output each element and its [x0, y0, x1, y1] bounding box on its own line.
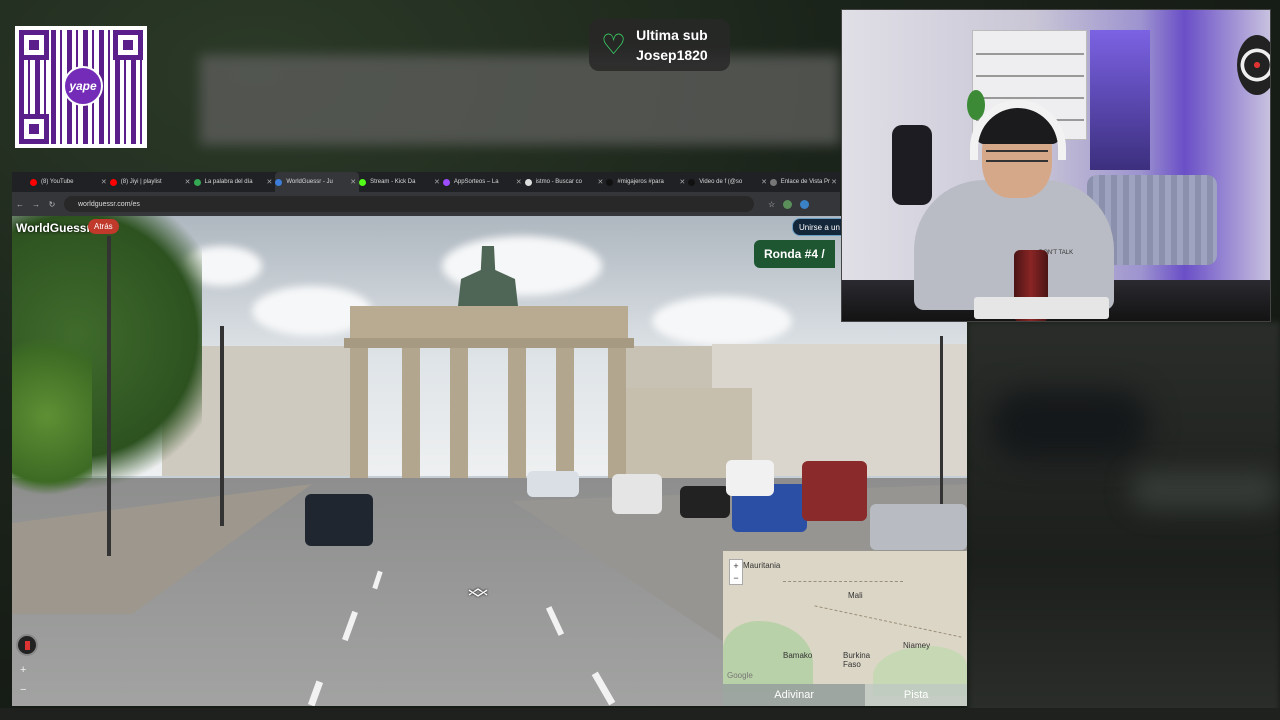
tab-favicon-icon — [275, 178, 283, 186]
tab-favicon-icon — [524, 178, 532, 186]
sub-alert: ♡ Ultima sub Josep1820 — [589, 19, 730, 71]
compass-icon[interactable] — [16, 634, 38, 656]
tab-favicon-icon — [688, 178, 696, 186]
zoom-in-button[interactable]: + — [20, 664, 26, 676]
minimap-zoom-out-button[interactable]: − — [730, 572, 742, 584]
tab-favicon-icon — [193, 178, 201, 186]
back-arrow-icon[interactable]: ← — [12, 200, 28, 209]
minimap-actions: Adivinar Pista — [723, 684, 967, 706]
tab-favicon-icon — [30, 178, 37, 186]
tab-label: istmo - Buscar co — [535, 179, 582, 185]
map-label: Burkina Faso — [843, 651, 871, 669]
tab-favicon-icon — [109, 178, 117, 186]
map-label: Mauritania — [743, 561, 781, 570]
webcam-feed: DON'T TALK — [841, 9, 1271, 322]
tab-favicon-icon — [769, 178, 777, 186]
tab-label: (8) YouTube — [41, 179, 74, 185]
dartboard — [1237, 35, 1270, 95]
tab-label: WorldGuessr - Ju — [286, 179, 333, 185]
tab-label: #migajeros #para — [617, 179, 664, 185]
browser-tab[interactable]: Video de f (@so ✕ — [688, 172, 770, 192]
round-counter: Ronda #4 / — [754, 240, 835, 268]
yape-qr-code: yape — [15, 26, 147, 148]
brandenburg-gate — [344, 246, 634, 478]
tab-label: La palabra del día — [204, 179, 253, 185]
extension-icon[interactable] — [783, 199, 793, 209]
tab-favicon-icon — [606, 178, 614, 186]
close-tab-icon[interactable]: ✕ — [516, 178, 522, 186]
browser-tab[interactable]: Enlace de Vista Pr ✕ — [769, 172, 840, 192]
worldguessr-logo: WorldGuessr — [16, 221, 92, 235]
yape-logo: yape — [63, 66, 103, 106]
tab-strip: (8) YouTube ✕ (8) Jiyi | playlist ✕ La palab… — [12, 172, 840, 192]
guess-button[interactable]: Adivinar — [723, 684, 866, 706]
bookmark-star-icon[interactable]: ☆ — [768, 200, 775, 209]
browser-tab[interactable]: istmo - Buscar co ✕ — [524, 172, 607, 192]
navigation-arrows-icon[interactable]: ︿ ﹀ — [468, 578, 488, 610]
extension-icon[interactable] — [800, 199, 810, 209]
zoom-out-button[interactable]: − — [20, 684, 26, 696]
forward-arrow-icon[interactable]: → — [28, 200, 44, 209]
close-tab-icon[interactable]: ✕ — [831, 178, 837, 186]
tab-favicon-icon — [442, 178, 450, 186]
join-game-button[interactable]: Unirse a un — [792, 218, 847, 236]
sub-alert-user: Josep1820 — [636, 47, 708, 63]
map-label: Mali — [848, 591, 863, 600]
address-bar[interactable]: worldguessr.com/es — [64, 196, 754, 212]
reload-icon[interactable]: ↻ — [44, 200, 60, 209]
close-tab-icon[interactable]: ✕ — [679, 178, 685, 186]
map-attribution: Google — [727, 671, 753, 680]
browser-tab[interactable]: WorldGuessr - Ju ✕ — [275, 172, 360, 192]
close-tab-icon[interactable]: ✕ — [101, 178, 107, 186]
map-label: Niamey — [903, 641, 931, 650]
map-label: Bamako — [783, 651, 813, 660]
close-tab-icon[interactable]: ✕ — [266, 178, 272, 186]
minimap-zoom-in-button[interactable]: + — [730, 560, 742, 572]
tab-label: Stream - Kick Da — [370, 179, 416, 185]
tab-label: Video de f (@so — [699, 179, 743, 185]
close-tab-icon[interactable]: ✕ — [761, 178, 767, 186]
minimap-zoom-controls: + − — [729, 559, 743, 585]
tab-label: Enlace de Vista Pr — [780, 179, 830, 185]
back-button[interactable]: Atrás — [88, 219, 119, 234]
browser-tab[interactable]: Stream - Kick Da ✕ — [359, 172, 443, 192]
tab-label: AppSorteos – La — [453, 179, 499, 185]
guess-minimap[interactable]: + − Mauritania Mali Burkina Faso Niamey … — [723, 551, 967, 706]
browser-tab[interactable]: (8) YouTube ✕ — [30, 172, 110, 192]
tab-favicon-icon — [359, 178, 367, 186]
close-tab-icon[interactable]: ✕ — [185, 178, 191, 186]
browser-toolbar: ← → ↻ worldguessr.com/es ☆ — [12, 192, 840, 216]
close-tab-icon[interactable]: ✕ — [350, 178, 356, 186]
browser-tab[interactable]: AppSorteos – La ✕ — [442, 172, 525, 192]
browser-tab[interactable]: La palabra del día ✕ — [193, 172, 276, 192]
sub-alert-title: Ultima sub — [636, 27, 708, 43]
tab-label: (8) Jiyi | playlist — [120, 179, 162, 185]
heart-icon: ♡ — [601, 29, 627, 60]
bottom-bar — [0, 708, 1280, 720]
browser-tab[interactable]: #migajeros #para ✕ — [606, 172, 688, 192]
browser-tab[interactable]: (8) Jiyi | playlist ✕ — [109, 172, 194, 192]
close-tab-icon[interactable]: ✕ — [434, 178, 440, 186]
browser-window: (8) YouTube ✕ (8) Jiyi | playlist ✕ La palab… — [12, 172, 840, 216]
close-tab-icon[interactable]: ✕ — [598, 178, 604, 186]
hint-button[interactable]: Pista — [865, 684, 967, 706]
